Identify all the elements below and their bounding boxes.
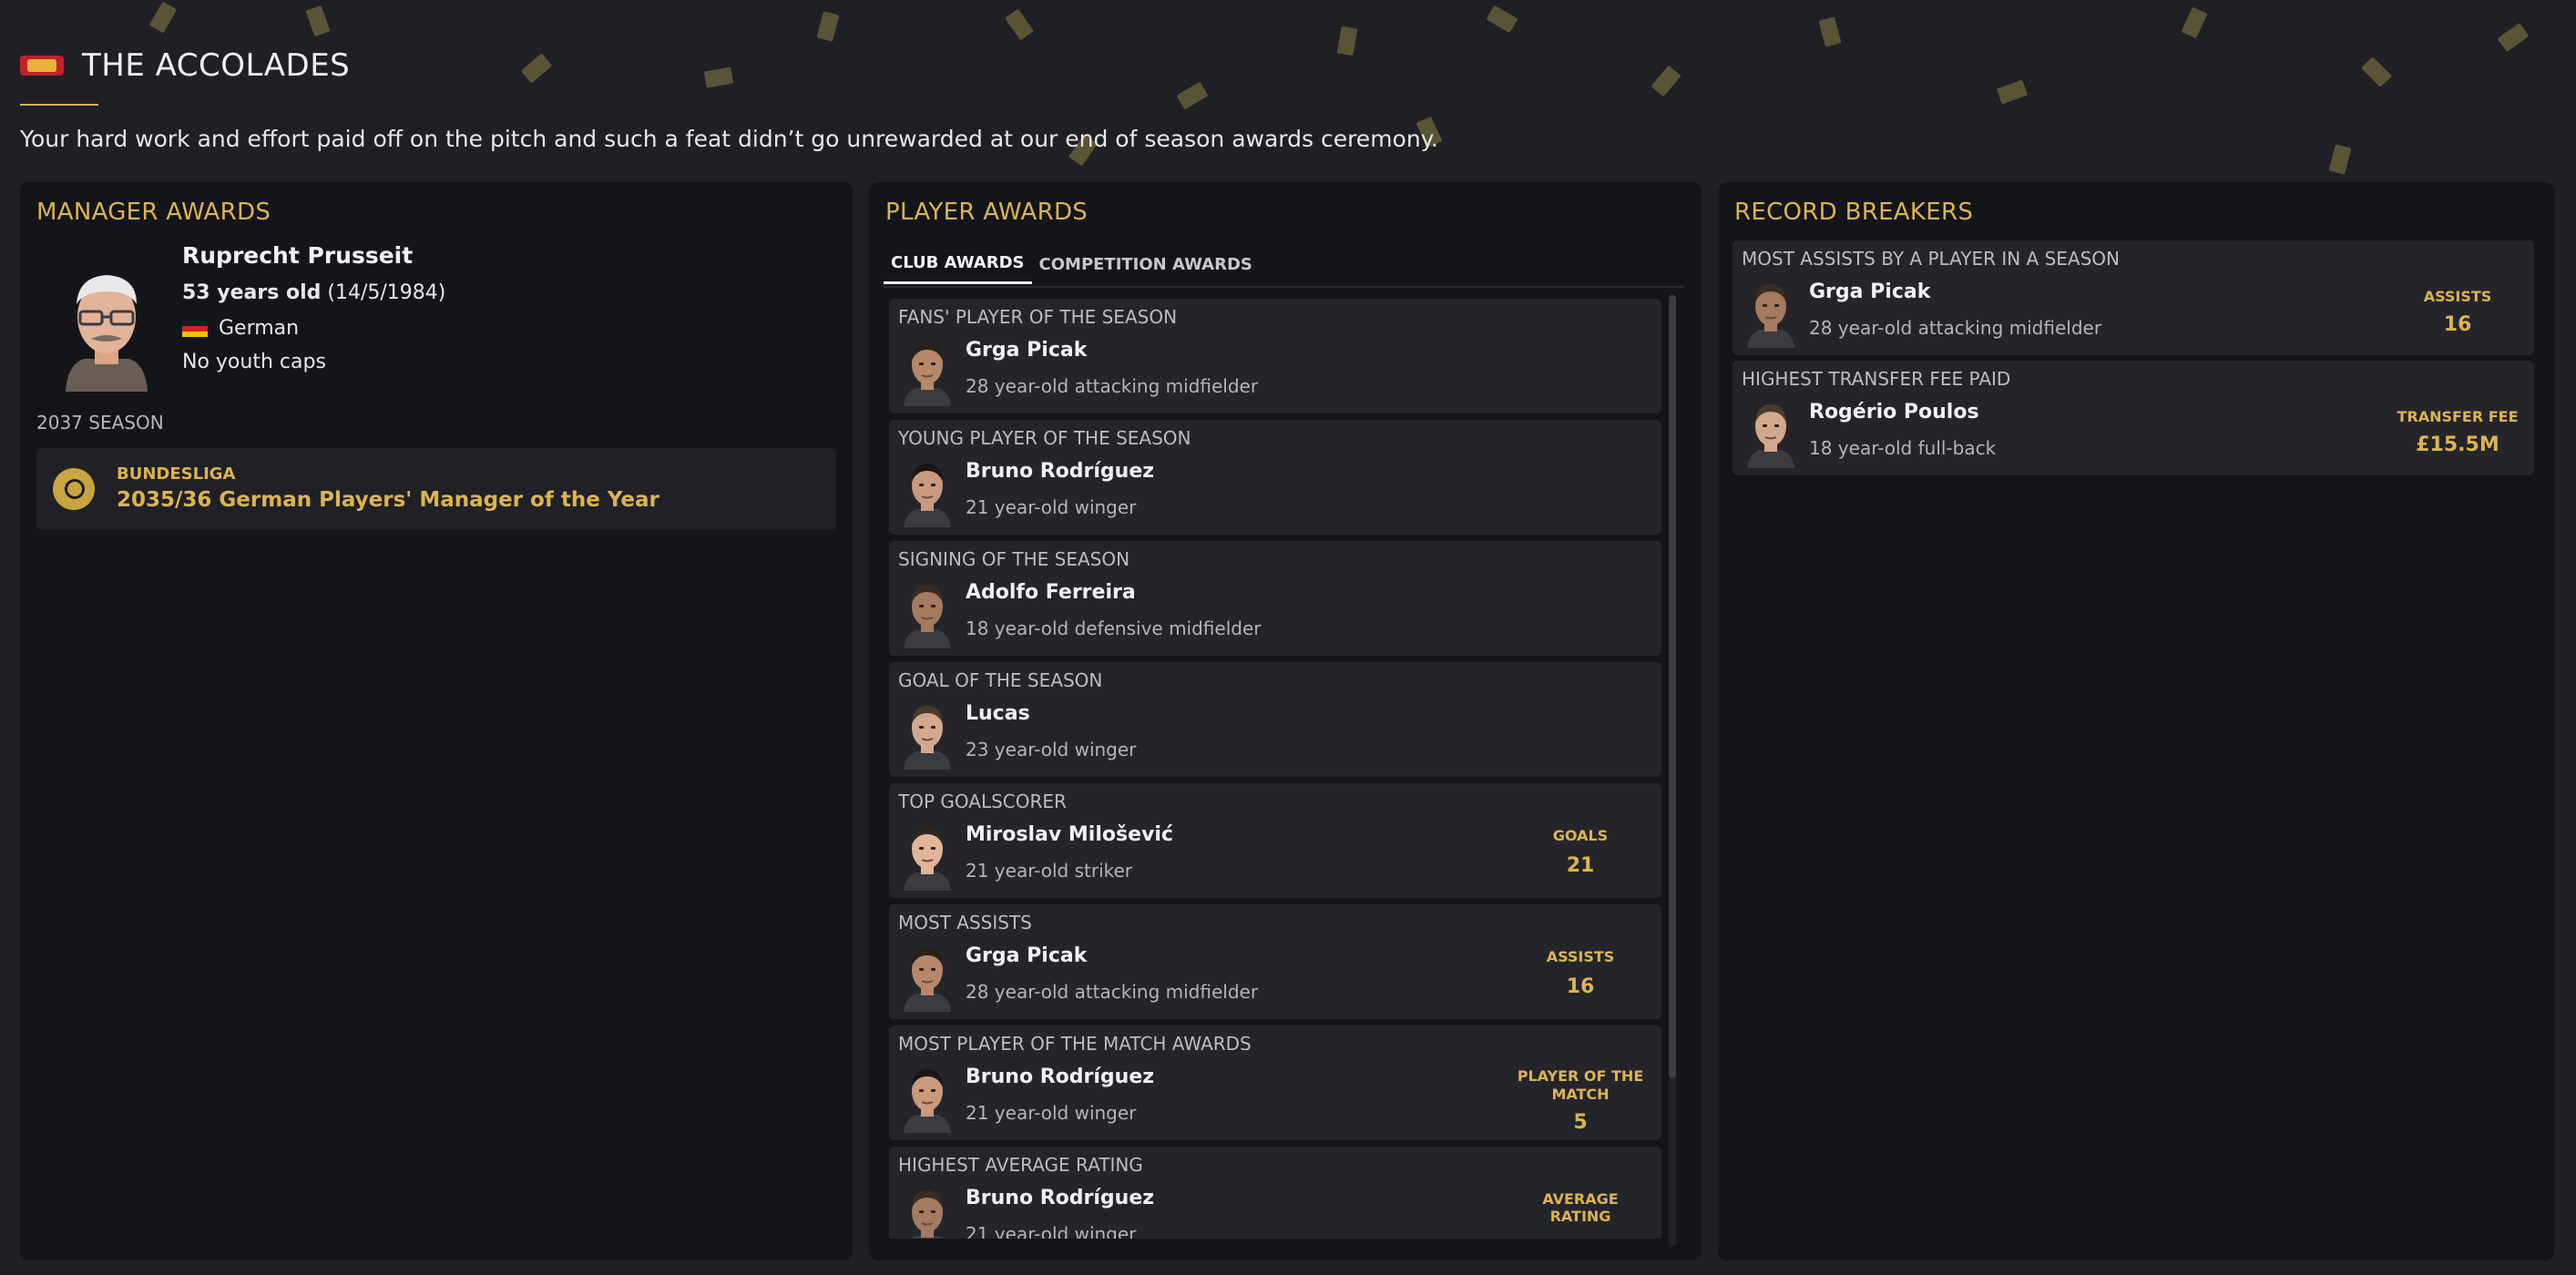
player-name[interactable]: Rogério Poulos: [1809, 401, 1979, 423]
player-description: 28 year-old attacking midfielder: [966, 375, 1259, 397]
page-title: THE ACCOLADES: [82, 47, 351, 84]
award-category: YOUNG PLAYER OF THE SEASON: [898, 427, 1191, 449]
player-description: 18 year-old full-back: [1809, 437, 1997, 459]
intro-text: Your hard work and effort paid off on th…: [20, 126, 1438, 152]
player-avatar[interactable]: [900, 1183, 955, 1239]
tab-competition-awards[interactable]: COMPETITION AWARDS: [1032, 246, 1260, 283]
award-list-scrollbar[interactable]: [1669, 295, 1676, 1246]
tab-club-awards[interactable]: CLUB AWARDS: [884, 244, 1032, 284]
stat-value: 5: [1573, 1111, 1588, 1134]
player-award-card[interactable]: MOST ASSISTS Grga Picak 28 year-old attack…: [889, 904, 1661, 1019]
manager-award-card[interactable]: BUNDESLIGA 2035/36 German Players' Manag…: [36, 448, 836, 530]
award-category: HIGHEST AVERAGE RATING: [898, 1154, 1143, 1176]
player-name[interactable]: Grga Picak: [1809, 280, 1930, 303]
player-avatar[interactable]: [900, 820, 955, 891]
stat-value: 16: [1566, 975, 1595, 998]
page-header: THE ACCOLADES Your hard work and effort …: [20, 47, 2552, 152]
player-award-card[interactable]: HIGHEST AVERAGE RATING Bruno Rodríguez 21 …: [889, 1147, 1661, 1239]
player-description: 18 year-old defensive midfielder: [966, 617, 1262, 639]
player-description: 23 year-old winger: [966, 739, 1137, 760]
panel-title: RECORD BREAKERS: [1734, 199, 1974, 226]
manager-awards-panel: MANAGER AWARDS Ruprecht Prusseit 53 year…: [20, 182, 853, 1260]
award-category: MOST ASSISTS: [898, 912, 1032, 933]
player-name[interactable]: Grga Picak: [966, 944, 1087, 967]
award-category: HIGHEST TRANSFER FEE PAID: [1742, 368, 2011, 390]
award-list: FANS' PLAYER OF THE SEASON Grga Picak 28 y…: [889, 299, 1661, 1239]
award-category: MOST ASSISTS BY A PLAYER IN A SEASON: [1742, 248, 2121, 270]
panel-title: PLAYER AWARDS: [885, 199, 1089, 226]
award-category: GOAL OF THE SEASON: [898, 669, 1103, 691]
medal-icon: [53, 468, 95, 510]
stat-label: GOALS: [1552, 827, 1609, 844]
panel-title: MANAGER AWARDS: [36, 199, 271, 226]
player-description: 21 year-old striker: [966, 860, 1133, 882]
title-underline: [20, 104, 98, 106]
germany-flag-icon: [182, 320, 208, 337]
player-award-card[interactable]: MOST PLAYER OF THE MATCH AWARDS Bruno Rod…: [889, 1025, 1661, 1140]
player-name[interactable]: Bruno Rodríguez: [966, 1187, 1154, 1209]
player-description: 28 year-old attacking midfielder: [1809, 317, 2102, 339]
award-category: TOP GOALSCORER: [898, 790, 1067, 812]
player-award-card[interactable]: FANS' PLAYER OF THE SEASON Grga Picak 28 y…: [889, 299, 1661, 413]
player-description: 21 year-old winger: [966, 496, 1137, 518]
player-award-card[interactable]: YOUNG PLAYER OF THE SEASON Bruno Rodrígue…: [889, 420, 1661, 535]
player-avatar[interactable]: [1743, 277, 1798, 348]
player-avatar[interactable]: [900, 456, 955, 527]
player-avatar[interactable]: [1743, 397, 1798, 468]
manager-name[interactable]: Ruprecht Prusseit: [182, 242, 445, 269]
player-name[interactable]: Bruno Rodríguez: [966, 460, 1154, 483]
player-avatar[interactable]: [900, 577, 955, 648]
award-competition[interactable]: BUNDESLIGA: [117, 464, 235, 484]
player-award-card[interactable]: GOAL OF THE SEASON Lucas 23 year-old winge…: [889, 662, 1661, 777]
record-breakers-panel: RECORD BREAKERS MOST ASSISTS BY A PLAYER…: [1718, 182, 2554, 1260]
record-card[interactable]: MOST ASSISTS BY A PLAYER IN A SEASON Grga…: [1733, 240, 2534, 355]
player-description: 21 year-old winger: [966, 1102, 1137, 1124]
player-avatar[interactable]: [900, 699, 955, 770]
player-name[interactable]: Grga Picak: [966, 339, 1087, 362]
stat-label: PLAYER OF THE MATCH: [1517, 1067, 1644, 1103]
player-description: 21 year-old winger: [966, 1223, 1137, 1239]
player-avatar[interactable]: [900, 335, 955, 406]
award-name[interactable]: 2035/36 German Players' Manager of the Y…: [117, 488, 659, 512]
player-name[interactable]: Adolfo Ferreira: [966, 581, 1136, 604]
stat-value: 21: [1566, 854, 1595, 877]
record-card[interactable]: HIGHEST TRANSFER FEE PAID Rogério Poulos 1…: [1733, 361, 2534, 475]
manager-avatar[interactable]: [56, 264, 157, 392]
award-category: SIGNING OF THE SEASON: [898, 548, 1130, 570]
stat-label: TRANSFER FEE: [2397, 408, 2519, 425]
scroll-thumb[interactable]: [1669, 295, 1676, 1078]
award-tabs: CLUB AWARDS COMPETITION AWARDS: [884, 242, 1260, 286]
player-name[interactable]: Bruno Rodríguez: [966, 1066, 1154, 1088]
player-award-card[interactable]: SIGNING OF THE SEASON Adolfo Ferreira 18 y…: [889, 541, 1661, 656]
player-award-card[interactable]: TOP GOALSCORER Miroslav Milošević 21 year-…: [889, 783, 1661, 898]
stat-label: ASSISTS: [2423, 288, 2492, 305]
award-category: MOST PLAYER OF THE MATCH AWARDS: [898, 1033, 1252, 1055]
stat-label: ASSISTS: [1546, 948, 1615, 965]
stat-value: £15.5M: [2416, 434, 2499, 456]
player-awards-panel: PLAYER AWARDS CLUB AWARDS COMPETITION AW…: [869, 182, 1702, 1260]
player-description: 28 year-old attacking midfielder: [966, 981, 1259, 1003]
stat-label: AVERAGE RATING: [1542, 1190, 1619, 1225]
manager-nationality: German: [182, 317, 445, 340]
stat-value: 16: [2443, 313, 2472, 336]
player-avatar[interactable]: [900, 1062, 955, 1133]
season-label: 2037 SEASON: [36, 412, 164, 434]
manager-age: 53 years old (14/5/1984): [182, 281, 446, 304]
manager-caps: No youth caps: [182, 351, 326, 373]
player-name[interactable]: Lucas: [966, 702, 1030, 725]
award-category: FANS' PLAYER OF THE SEASON: [898, 306, 1178, 328]
club-crest-icon: [20, 54, 66, 77]
tabs-divider: [884, 286, 1683, 288]
player-avatar[interactable]: [900, 941, 955, 1012]
player-name[interactable]: Miroslav Milošević: [966, 823, 1173, 846]
